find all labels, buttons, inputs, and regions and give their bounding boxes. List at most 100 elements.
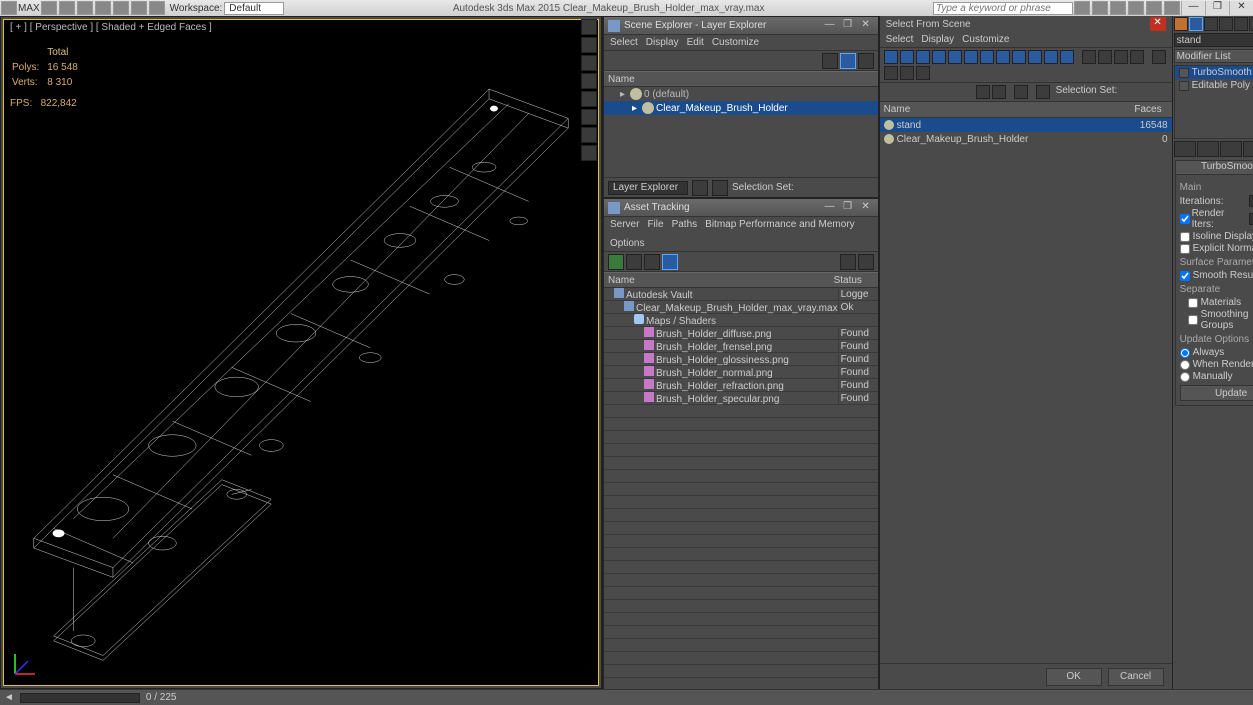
- scene-explorer-item[interactable]: ▸0 (default): [604, 87, 878, 101]
- help-icon-2[interactable]: [1092, 1, 1108, 15]
- se-tool-3[interactable]: [858, 53, 874, 69]
- se-tool-1[interactable]: [822, 53, 838, 69]
- sfs-filter-6[interactable]: [964, 50, 978, 64]
- project-icon[interactable]: [149, 1, 165, 15]
- se-menu-display[interactable]: Display: [646, 37, 679, 48]
- asset-row[interactable]: Brush_Holder_refraction.pngFound: [604, 379, 878, 392]
- sfs-filter-11[interactable]: [1044, 50, 1058, 64]
- asset-row[interactable]: Brush_Holder_glossiness.pngFound: [604, 353, 878, 366]
- sfs-col-faces[interactable]: Faces: [1122, 104, 1172, 115]
- at-tool-5[interactable]: [840, 254, 856, 270]
- se-col-name[interactable]: Name: [608, 74, 635, 85]
- cmd-tab-motion[interactable]: [1219, 17, 1233, 31]
- sfs-menu-display[interactable]: Display: [921, 34, 954, 45]
- timeline-slider[interactable]: [20, 693, 140, 703]
- update-rendering-radio[interactable]: [1180, 360, 1190, 370]
- sfs-close[interactable]: ✕: [1150, 17, 1166, 31]
- sfs-filter-19[interactable]: [900, 66, 914, 80]
- mod-remove[interactable]: [1243, 141, 1253, 157]
- viewport-label[interactable]: [ + ] [ Perspective ] [ Shaded + Edged F…: [10, 22, 212, 33]
- update-manually-radio[interactable]: [1180, 372, 1190, 382]
- at-menu-options[interactable]: Options: [610, 238, 644, 249]
- at-tool-4[interactable]: [662, 254, 678, 270]
- asset-tracking-minimize[interactable]: —: [822, 201, 838, 215]
- sfs-col-name[interactable]: Name: [880, 104, 1122, 115]
- se-menu-customize[interactable]: Customize: [712, 37, 759, 48]
- sfs-filter-20[interactable]: [916, 66, 930, 80]
- redo-icon[interactable]: [113, 1, 129, 15]
- asset-row[interactable]: Brush_Holder_specular.pngFound: [604, 392, 878, 405]
- sfs-tool-b[interactable]: [992, 85, 1006, 99]
- sfs-ok-button[interactable]: OK: [1046, 668, 1102, 686]
- scene-explorer-maximize[interactable]: ❐: [840, 19, 856, 33]
- scene-explorer-close[interactable]: ✕: [858, 19, 874, 33]
- se-menu-edit[interactable]: Edit: [687, 37, 704, 48]
- object-name-input[interactable]: [1174, 33, 1253, 47]
- vp-tool-3[interactable]: [581, 55, 597, 71]
- sfs-filter-1[interactable]: [884, 50, 898, 64]
- sfs-row[interactable]: stand16548: [880, 118, 1172, 132]
- help-icon-4[interactable]: [1128, 1, 1144, 15]
- cmd-tab-utilities[interactable]: [1249, 17, 1253, 31]
- materials-check[interactable]: [1188, 298, 1198, 308]
- scene-explorer-tree[interactable]: ▸0 (default)▸Clear_Makeup_Brush_Holder: [604, 87, 878, 177]
- scene-explorer-item[interactable]: ▸Clear_Makeup_Brush_Holder: [604, 101, 878, 115]
- rollout-title[interactable]: TurboSmooth: [1176, 161, 1253, 175]
- maximize-button[interactable]: ❐: [1205, 1, 1229, 15]
- link-icon[interactable]: [131, 1, 147, 15]
- at-col-name[interactable]: Name: [608, 275, 834, 286]
- mod-unique[interactable]: [1220, 141, 1242, 157]
- file-open-icon[interactable]: [59, 1, 75, 15]
- at-menu-server[interactable]: Server: [610, 219, 639, 230]
- update-button[interactable]: Update: [1180, 385, 1253, 401]
- asset-tracking-close[interactable]: ✕: [858, 201, 874, 215]
- isoline-check[interactable]: [1180, 232, 1190, 242]
- sfs-cancel-button[interactable]: Cancel: [1108, 668, 1164, 686]
- file-save-icon[interactable]: [77, 1, 93, 15]
- scene-explorer-minimize[interactable]: —: [822, 19, 838, 33]
- vp-tool-2[interactable]: [581, 37, 597, 53]
- sfs-filter-15[interactable]: [1114, 50, 1128, 64]
- asset-row[interactable]: Brush_Holder_normal.pngFound: [604, 366, 878, 379]
- iterations-input[interactable]: [1249, 195, 1253, 207]
- sfs-tool-d[interactable]: [1036, 85, 1050, 99]
- mod-pin[interactable]: [1174, 141, 1196, 157]
- sfs-filter-7[interactable]: [980, 50, 994, 64]
- help-icon-3[interactable]: [1110, 1, 1126, 15]
- at-tool-6[interactable]: [858, 254, 874, 270]
- se-footer-dropdown[interactable]: Layer Explorer: [608, 181, 688, 195]
- render-iters-check[interactable]: [1180, 214, 1190, 224]
- cmd-tab-create[interactable]: [1174, 17, 1188, 31]
- modifier-stack-item[interactable]: TurboSmooth: [1175, 66, 1253, 79]
- at-menu-paths[interactable]: Paths: [672, 219, 698, 230]
- sfs-filter-18[interactable]: [884, 66, 898, 80]
- modifier-stack-item[interactable]: Editable Poly: [1175, 79, 1253, 92]
- help-icon[interactable]: [1074, 1, 1090, 15]
- update-always-radio[interactable]: [1180, 348, 1190, 358]
- mod-show[interactable]: [1197, 141, 1219, 157]
- asset-row[interactable]: Maps / Shaders: [604, 314, 878, 327]
- se-footer-tool-2[interactable]: [712, 180, 728, 196]
- at-col-status[interactable]: Status: [834, 275, 874, 286]
- at-tool-3[interactable]: [644, 254, 660, 270]
- sfs-filter-4[interactable]: [932, 50, 946, 64]
- sfs-row[interactable]: Clear_Makeup_Brush_Holder0: [880, 132, 1172, 146]
- vp-tool-1[interactable]: [581, 19, 597, 35]
- sfs-menu-customize[interactable]: Customize: [962, 34, 1009, 45]
- modifier-list-dropdown[interactable]: Modifier List▾: [1174, 49, 1253, 63]
- sfs-filter-17[interactable]: [1152, 50, 1166, 64]
- asset-tracking-maximize[interactable]: ❐: [840, 201, 856, 215]
- cmd-tab-hierarchy[interactable]: [1204, 17, 1218, 31]
- explicit-check[interactable]: [1180, 244, 1190, 254]
- sfs-filter-5[interactable]: [948, 50, 962, 64]
- at-menu-file[interactable]: File: [647, 219, 663, 230]
- sfs-list[interactable]: stand16548Clear_Makeup_Brush_Holder0: [880, 118, 1172, 663]
- asset-row[interactable]: Autodesk VaultLogge: [604, 288, 878, 301]
- se-menu-select[interactable]: Select: [610, 37, 638, 48]
- help-search-input[interactable]: [933, 2, 1073, 15]
- asset-tracking-grid[interactable]: Autodesk VaultLoggeClear_Makeup_Brush_Ho…: [604, 288, 878, 691]
- sfs-menu-select[interactable]: Select: [886, 34, 914, 45]
- sfs-filter-8[interactable]: [996, 50, 1010, 64]
- vp-tool-4[interactable]: [581, 73, 597, 89]
- vp-tool-5[interactable]: [581, 91, 597, 107]
